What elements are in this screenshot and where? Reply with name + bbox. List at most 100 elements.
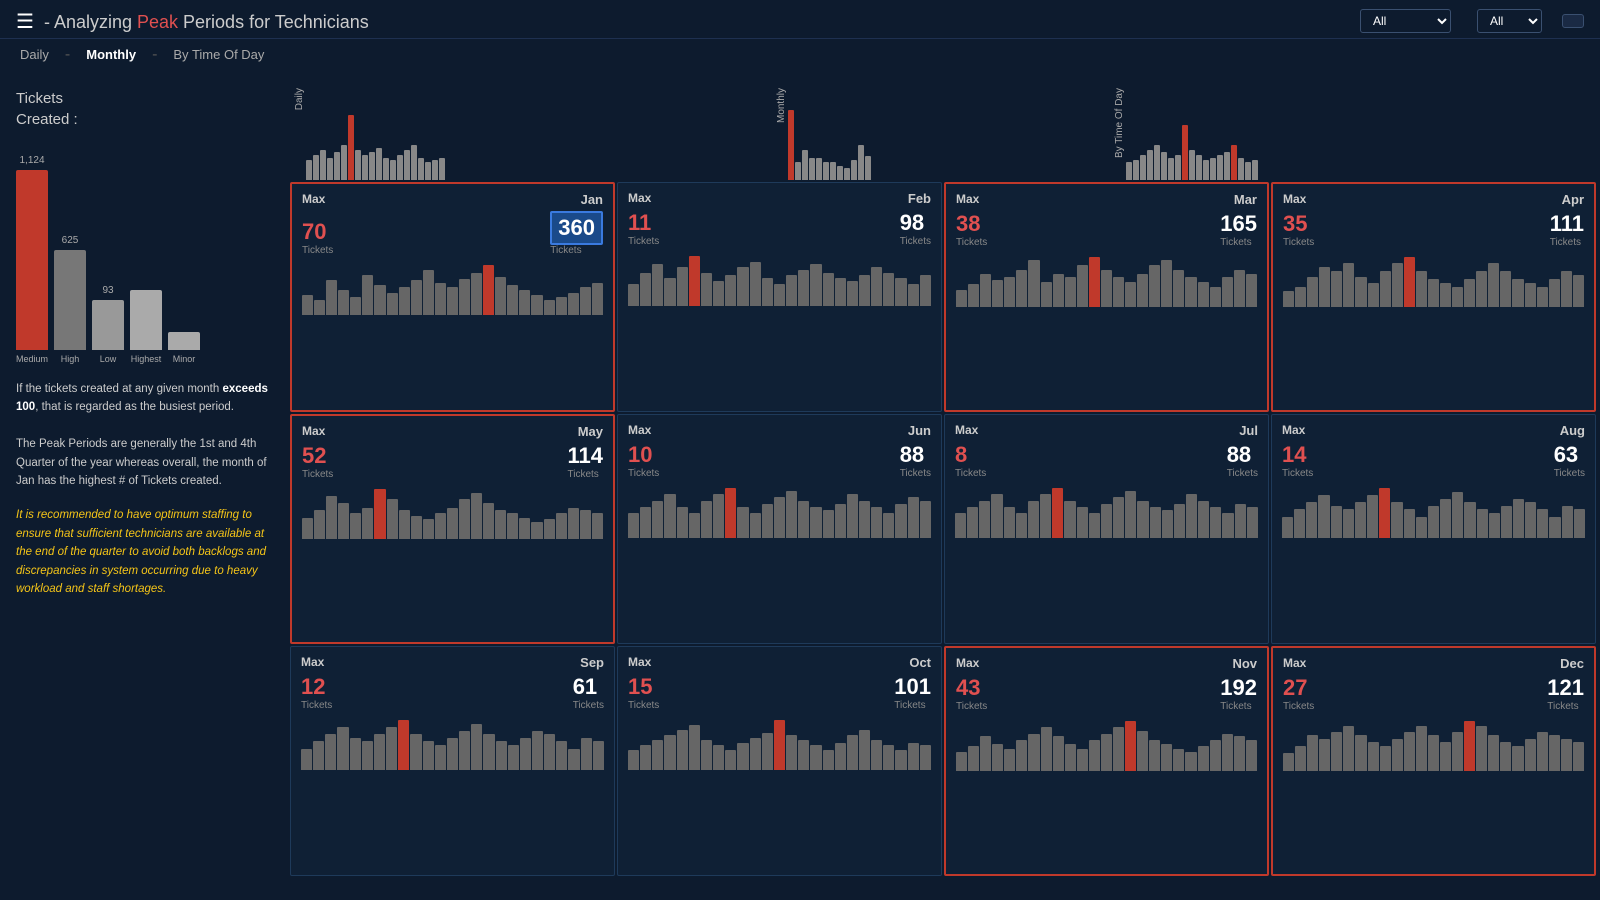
card-bars-oct	[628, 715, 931, 770]
mini-bars-daily	[290, 100, 772, 180]
total-value-feb: 98	[900, 210, 924, 236]
total-value-apr: 111	[1550, 211, 1584, 237]
tab-by-time[interactable]: By Time Of Day	[169, 45, 268, 64]
right-grid: Daily	[290, 70, 1600, 880]
tickets-label-total-jun: Tickets	[900, 468, 931, 479]
month-name-apr: Apr	[1562, 192, 1584, 207]
tab-daily[interactable]: Daily	[16, 45, 53, 64]
tickets-label-max-oct: Tickets	[628, 700, 659, 711]
peak-period-button[interactable]	[1562, 14, 1584, 28]
month-card-aug[interactable]: Max Aug 14 Tickets 63 Tickets	[1271, 414, 1596, 644]
month-card-may[interactable]: Max May 52 Tickets 114 Tickets	[290, 414, 615, 644]
max-value-jan: 70	[302, 219, 326, 245]
month-card-sep[interactable]: Max Sep 12 Tickets 61 Tickets	[290, 646, 615, 876]
bar-rect-low	[92, 300, 124, 350]
month-name-jun: Jun	[908, 423, 931, 438]
total-value-aug: 63	[1554, 442, 1578, 468]
max-value-mar: 38	[956, 211, 980, 237]
title-area: - Analyzing Peak Periods for Technicians	[44, 8, 369, 34]
max-label-feb: Max	[628, 191, 651, 205]
total-value-jul: 88	[1227, 442, 1251, 468]
card-bars-aug	[1282, 483, 1585, 538]
year-selector: All 2021 2022 2023	[1471, 9, 1542, 33]
bar-rect-highest	[130, 290, 162, 350]
month-name-jan: Jan	[581, 192, 603, 207]
total-value-jun: 88	[900, 442, 924, 468]
tickets-created-label: TicketsCreated :	[16, 88, 78, 130]
month-name-oct: Oct	[909, 655, 931, 670]
mini-chart-monthly-label: Monthly	[776, 88, 787, 123]
max-value-sep: 12	[301, 674, 325, 700]
month-card-jan[interactable]: Max Jan 70 Tickets 360 Tickets	[290, 182, 615, 412]
card-bars-feb	[628, 251, 931, 306]
card-bars-dec	[1283, 716, 1584, 771]
bar-rect-high	[54, 250, 86, 350]
max-label-jan: Max	[302, 192, 325, 206]
tickets-label-total-aug: Tickets	[1554, 468, 1585, 479]
tickets-label-total-jul: Tickets	[1227, 468, 1258, 479]
tickets-label-max-nov: Tickets	[956, 701, 987, 712]
max-label-jun: Max	[628, 423, 651, 437]
month-card-jun[interactable]: Max Jun 10 Tickets 88 Tickets	[617, 414, 942, 644]
bar-minor: Minor	[168, 328, 200, 364]
max-value-may: 52	[302, 443, 326, 469]
max-value-dec: 27	[1283, 675, 1307, 701]
month-card-mar[interactable]: Max Mar 38 Tickets 165 Tickets	[944, 182, 1269, 412]
tickets-label-total-mar: Tickets	[1220, 237, 1251, 248]
card-bars-nov	[956, 716, 1257, 771]
bar-rect-medium	[16, 170, 48, 350]
max-value-nov: 43	[956, 675, 980, 701]
card-bars-sep	[301, 715, 604, 770]
tickets-label-max-jun: Tickets	[628, 468, 659, 479]
issue-type-select[interactable]: All Hardware Software Network	[1360, 9, 1451, 33]
tickets-label-total-sep: Tickets	[573, 700, 604, 711]
tickets-label-max-mar: Tickets	[956, 237, 987, 248]
tickets-label-total-feb: Tickets	[900, 236, 931, 247]
total-value-dec: 121	[1547, 675, 1584, 701]
tab-monthly[interactable]: Monthly	[82, 45, 140, 64]
month-name-may: May	[578, 424, 603, 439]
mini-chart-bytime-label: By Time Of Day	[1114, 88, 1125, 158]
top-bar-left: ☰ - Analyzing Peak Periods for Technicia…	[16, 8, 369, 34]
month-card-oct[interactable]: Max Oct 15 Tickets 101 Tickets	[617, 646, 942, 876]
tickets-label-max-sep: Tickets	[301, 700, 332, 711]
mini-chart-monthly: Monthly	[772, 78, 1110, 180]
total-value-jan: 360	[550, 211, 603, 245]
max-label-may: Max	[302, 424, 325, 438]
month-name-aug: Aug	[1560, 423, 1585, 438]
card-bars-apr	[1283, 252, 1584, 307]
month-name-jul: Jul	[1239, 423, 1258, 438]
cards-grid: Max Jan 70 Tickets 360 Tickets Max Feb 1…	[290, 180, 1600, 880]
max-label-nov: Max	[956, 656, 979, 670]
left-chart: 1,124 Medium 625 High 93 Low Highest	[16, 144, 274, 364]
max-label-jul: Max	[955, 423, 978, 437]
bar-low: 93 Low	[92, 285, 124, 364]
year-select[interactable]: All 2021 2022 2023	[1477, 9, 1542, 33]
total-value-sep: 61	[573, 674, 597, 700]
tickets-label-total-may: Tickets	[568, 469, 599, 480]
total-value-mar: 165	[1220, 211, 1257, 237]
month-card-jul[interactable]: Max Jul 8 Tickets 88 Tickets	[944, 414, 1269, 644]
recommendation-text: It is recommended to have optimum staffi…	[16, 506, 274, 598]
tickets-label-max-apr: Tickets	[1283, 237, 1314, 248]
max-label-dec: Max	[1283, 656, 1306, 670]
card-bars-may	[302, 484, 603, 539]
month-card-feb[interactable]: Max Feb 11 Tickets 98 Tickets	[617, 182, 942, 412]
top-bar: ☰ - Analyzing Peak Periods for Technicia…	[0, 0, 1600, 39]
month-card-nov[interactable]: Max Nov 43 Tickets 192 Tickets	[944, 646, 1269, 876]
tickets-label-max-jul: Tickets	[955, 468, 986, 479]
hamburger-icon[interactable]: ☰	[16, 9, 34, 34]
bar-medium: 1,124 Medium	[16, 155, 48, 364]
left-panel: TicketsCreated : 1,124 Medium 625 High 9…	[0, 70, 290, 880]
bar-highest: Highest	[130, 286, 162, 364]
month-card-dec[interactable]: Max Dec 27 Tickets 121 Tickets	[1271, 646, 1596, 876]
title-subtitle: - Analyzing Peak Periods for Technicians	[44, 12, 369, 32]
tickets-label-total-nov: Tickets	[1220, 701, 1251, 712]
mini-chart-daily: Daily	[290, 78, 772, 180]
info-text: If the tickets created at any given mont…	[16, 380, 274, 490]
month-card-apr[interactable]: Max Apr 35 Tickets 111 Tickets	[1271, 182, 1596, 412]
month-name-feb: Feb	[908, 191, 931, 206]
top-bar-right: All Hardware Software Network All 2021 2…	[1354, 9, 1584, 33]
total-value-may: 114	[568, 443, 604, 469]
max-value-jul: 8	[955, 442, 967, 468]
